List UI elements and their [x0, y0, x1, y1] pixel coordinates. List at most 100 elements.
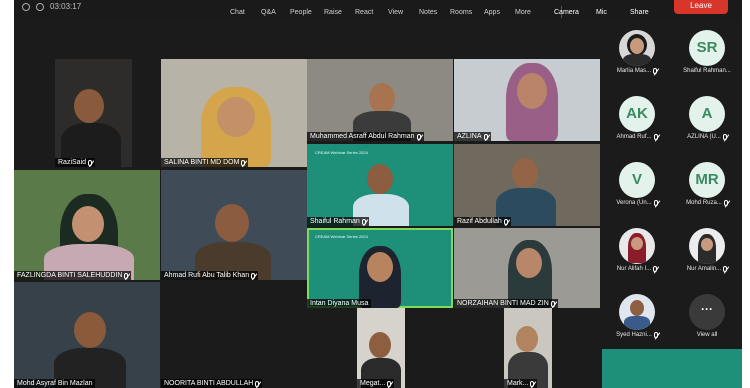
- video-tile[interactable]: NORZAIHAN BINTI MAD ZIN: [454, 228, 600, 308]
- participant-video: [369, 83, 395, 113]
- participant-thumb[interactable]: Nur Amalin...: [672, 218, 742, 272]
- participant-thumb-name: Nur Amalin...: [674, 266, 740, 272]
- participant-name-label: Mohd Asyraf Bin Mazlan: [14, 379, 96, 388]
- meeting-timer: 03:03:17: [50, 2, 82, 11]
- participant-name-label: Shaiful Rahman: [307, 217, 369, 226]
- participant-thumb[interactable]: MR Mohd Ruza...: [672, 152, 742, 206]
- participant-thumb[interactable]: SR Shaiful Rahman...: [672, 20, 742, 74]
- participant-name-label: Ahmad Rufi Abu Talib Khan: [161, 271, 259, 280]
- video-tile[interactable]: CREAM Webinar Series 2024 Shaiful Rahman: [307, 144, 453, 226]
- video-tile[interactable]: Razif Abdullah: [454, 144, 600, 226]
- mic-muted-icon: [503, 218, 508, 225]
- leave-label: Leave: [690, 1, 712, 10]
- participant-thumb[interactable]: Marlia Mas...: [602, 20, 672, 74]
- qa-button[interactable]: Q&A: [261, 9, 276, 16]
- raise-button[interactable]: Raise: [324, 9, 342, 16]
- info-icon[interactable]: [22, 2, 30, 11]
- participant-thumb[interactable]: V Verona (Un...: [602, 152, 672, 206]
- view-button[interactable]: View: [388, 9, 403, 16]
- video-tile[interactable]: Megat...: [357, 308, 405, 388]
- participant-video: [367, 164, 393, 194]
- participant-thumb-name: AZLINA (U...: [674, 134, 740, 140]
- video-tile[interactable]: Mohd Asyraf Bin Mazlan: [14, 282, 160, 388]
- participant-name-label: FAZLINGDA BINTI SALEHUDDIN: [14, 271, 132, 280]
- participant-video: [516, 248, 542, 278]
- mic-muted-icon: [416, 133, 421, 140]
- participant-thumb-name: Nur Alifah I...: [604, 266, 670, 272]
- participant-video: [74, 312, 106, 348]
- mic-muted-icon: [653, 266, 658, 272]
- avatar: [689, 228, 725, 264]
- video-tile[interactable]: AZLINA: [454, 59, 600, 141]
- participant-thumb-name: Syed Hazni...: [604, 332, 670, 338]
- video-tile[interactable]: NOORITA BINTI ABDULLAH: [161, 282, 307, 388]
- meeting-window: 03:03:17 Chat Q&A People Raise React Vie…: [0, 0, 750, 388]
- participant-thumb-name: Mohd Ruza...: [674, 200, 740, 206]
- video-tile[interactable]: Ahmad Rufi Abu Talib Khan: [161, 170, 307, 280]
- participant-video: [369, 332, 391, 358]
- webinar-banner: CREAM Webinar Series 2024: [315, 150, 368, 155]
- participant-video: [367, 252, 393, 282]
- mic-muted-icon: [653, 200, 658, 206]
- participant-name-label: NORZAIHAN BINTI MAD ZIN: [454, 299, 558, 308]
- more-button[interactable]: More: [515, 9, 531, 16]
- participant-thumb-name: Shaiful Rahman...: [683, 68, 731, 74]
- video-tile[interactable]: SALINA BINTI MD DOM: [161, 59, 307, 167]
- camera-button[interactable]: Camera: [554, 9, 579, 16]
- react-button[interactable]: React: [355, 9, 373, 16]
- people-button[interactable]: People: [290, 9, 312, 16]
- share-button[interactable]: Share: [630, 9, 649, 16]
- mic-muted-icon: [723, 266, 728, 272]
- participant-thumb[interactable]: Nur Alifah I...: [602, 218, 672, 272]
- mic-muted-icon: [88, 159, 93, 166]
- participant-name-label: NOORITA BINTI ABDULLAH: [161, 379, 263, 388]
- mic-muted-icon: [255, 380, 260, 387]
- mic-muted-icon: [653, 68, 658, 74]
- mic-muted-icon: [361, 218, 366, 225]
- participant-thumb[interactable]: Syed Hazni...: [602, 284, 672, 338]
- mic-muted-icon: [653, 332, 658, 338]
- participant-thumb[interactable]: A AZLINA (U...: [672, 86, 742, 140]
- mic-button[interactable]: Mic: [596, 9, 607, 16]
- rooms-button[interactable]: Rooms: [450, 9, 472, 16]
- leave-button[interactable]: Leave: [674, 0, 728, 14]
- participant-video: [215, 204, 249, 242]
- participant-thumb-name: Verona (Un...: [604, 200, 670, 206]
- view-all-button[interactable]: ··· View all: [672, 284, 742, 338]
- shared-screen-thumbnail[interactable]: [602, 349, 742, 388]
- mic-muted-icon: [241, 159, 246, 166]
- mic-muted-icon: [483, 133, 488, 140]
- mic-muted-icon: [722, 134, 727, 140]
- avatar: MR: [689, 162, 725, 198]
- participant-strip: Marlia Mas... SR Shaiful Rahman... AK Ah…: [602, 20, 742, 388]
- video-tile[interactable]: Muhammed Asraff Abdul Rahman: [307, 59, 453, 141]
- avatar: [619, 294, 655, 330]
- avatar: [619, 30, 655, 66]
- participant-thumb[interactable]: AK Ahmad Ruf...: [602, 86, 672, 140]
- video-tile[interactable]: FAZLINGDA BINTI SALEHUDDIN: [14, 170, 160, 280]
- participant-name-label: Mark...: [504, 379, 538, 388]
- participant-video: [217, 97, 255, 137]
- video-tile[interactable]: RaziSaid: [55, 59, 132, 167]
- participant-video: [517, 73, 547, 109]
- participant-name-label: AZLINA: [454, 132, 491, 141]
- participant-name-label: Intan Diyana Musa: [307, 299, 372, 308]
- meeting-status: 03:03:17: [22, 2, 81, 11]
- notes-button[interactable]: Notes: [419, 9, 437, 16]
- video-tile[interactable]: Mark...: [504, 308, 552, 388]
- record-icon: [36, 2, 44, 11]
- chat-button[interactable]: Chat: [230, 9, 245, 16]
- mic-muted-icon: [387, 380, 392, 387]
- mic-muted-icon: [124, 272, 129, 279]
- participant-video: [74, 89, 104, 123]
- participant-name-label: Muhammed Asraff Abdul Rahman: [307, 132, 424, 141]
- video-tile-active-speaker[interactable]: CREAM Webinar Series 2024 Intan Diyana M…: [307, 228, 453, 308]
- participant-thumb-name: Marlia Mas...: [604, 68, 670, 74]
- avatar: AK: [619, 96, 655, 132]
- participant-video: [516, 326, 538, 352]
- participant-video: [72, 206, 104, 242]
- avatar: SR: [689, 30, 725, 66]
- apps-button[interactable]: Apps: [484, 9, 500, 16]
- participant-video: [512, 158, 538, 188]
- participant-name-label: Razif Abdullah: [454, 217, 511, 226]
